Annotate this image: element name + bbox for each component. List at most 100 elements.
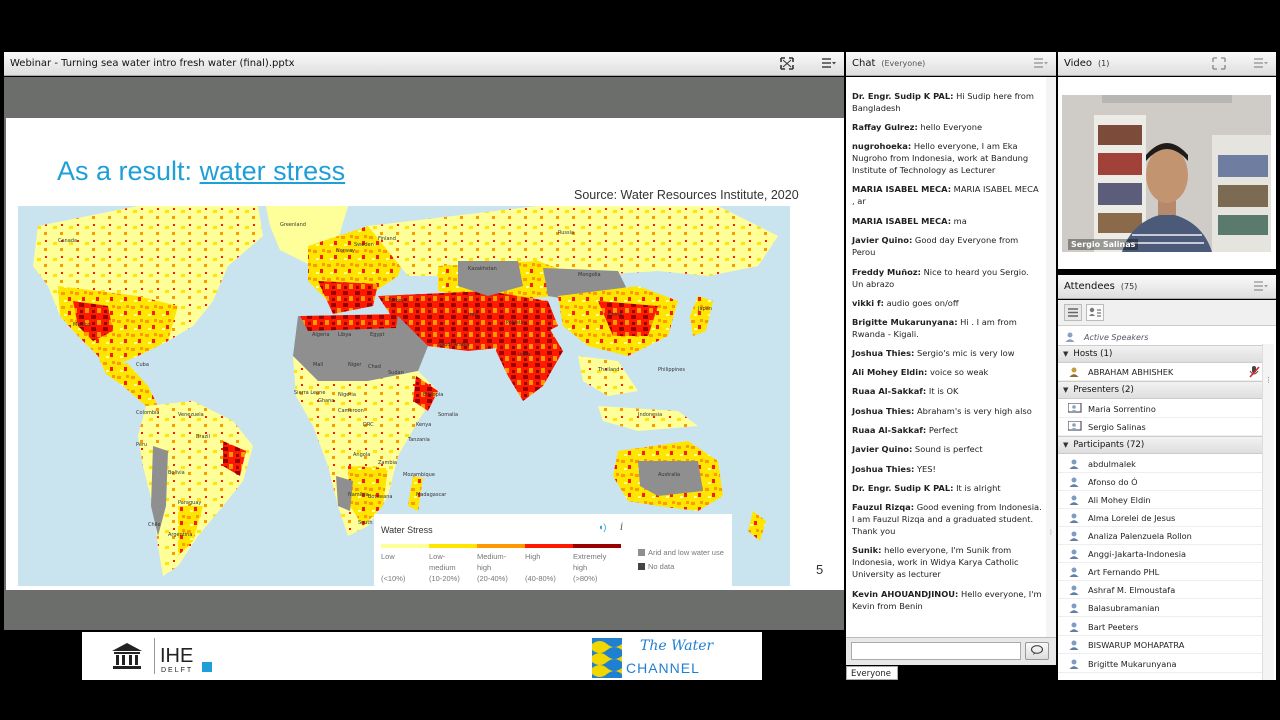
map-country-label: Egypt — [370, 332, 384, 338]
host-row[interactable]: ABRAHAM ABHISHEK — [1058, 363, 1262, 381]
presenter-row[interactable]: Sergio Salinas — [1058, 418, 1262, 436]
presenter-row[interactable]: Maria Sorrentino — [1058, 400, 1262, 418]
map-country-label: Kazakhstan — [468, 266, 497, 272]
attendee-list[interactable]: Active Speakers ▼ Hosts (1) ABRAHAM ABHIS… — [1058, 326, 1276, 680]
attendees-menu-icon[interactable] — [1254, 280, 1268, 292]
participant-row[interactable]: Analiza Palenzuela Rollon — [1058, 527, 1262, 545]
chat-scrollbar[interactable]: ⋮ — [1046, 77, 1056, 637]
legend-label-extremely-high: Extremely high (>80%) — [573, 552, 607, 583]
participant-icon — [1068, 476, 1080, 488]
info-icon[interactable]: i — [620, 522, 623, 533]
map-country-label: Libya — [338, 332, 351, 338]
participant-icon — [1068, 530, 1080, 542]
collapse-triangle-icon: ▼ — [1063, 441, 1069, 449]
collapse-triangle-icon: ▼ — [1063, 386, 1069, 394]
participant-row[interactable]: Afonso do Ó — [1058, 473, 1262, 491]
video-menu-icon[interactable] — [1254, 57, 1268, 69]
map-country-label: Peru — [136, 442, 147, 448]
legend-label-high: High (40-80%) — [525, 552, 556, 583]
ihe-square — [202, 662, 212, 672]
participant-row[interactable]: Bart Peeters — [1058, 618, 1262, 636]
attendees-pod-header: Attendees (75) — [1058, 275, 1276, 299]
attendee-name: Bart Peeters — [1088, 621, 1139, 632]
channel-top-text: The Water — [640, 638, 714, 654]
participant-row[interactable]: abdulmalek — [1058, 455, 1262, 473]
chat-message: Kevin AHOUANDJINOU: Hello everyone, I'm … — [852, 589, 1042, 611]
legend-title: Water Stress — [381, 525, 433, 535]
presenter-icon — [1067, 401, 1082, 415]
chat-message: Javier Quino: Sound is perfect — [852, 444, 983, 454]
chat-message: Dr. Engr. Sudip K PAL: It is alright — [852, 483, 1001, 493]
participants-group-header[interactable]: ▼ Participants (72) — [1058, 436, 1262, 454]
map-country-label: Botswana — [368, 494, 392, 500]
participant-row[interactable]: Anggi-Jakarta-Indonesia — [1058, 545, 1262, 563]
active-speakers-row: Active Speakers — [1058, 328, 1262, 346]
hosts-group-header[interactable]: ▼ Hosts (1) — [1058, 345, 1262, 363]
participant-row[interactable]: Ashraf M. Elmoustafa — [1058, 581, 1262, 599]
participant-row[interactable]: Ali Mohey Eldin — [1058, 491, 1262, 509]
participant-row[interactable]: BISWARUP MOHAPATRA — [1058, 636, 1262, 654]
chat-menu-icon[interactable] — [1034, 57, 1048, 69]
chat-message: Joshua Thies: Abraham's is very high als… — [852, 406, 1032, 416]
chat-title: Chat — [852, 58, 876, 69]
attendee-name: Ali Mohey Eldin — [1088, 494, 1151, 505]
map-country-label: Kenya — [416, 422, 431, 428]
map-country-label: Thailand — [597, 367, 619, 373]
attendees-toolbar — [1058, 300, 1276, 326]
map-country-label: Cuba — [136, 362, 149, 368]
chat-pod-header: Chat (Everyone) — [846, 52, 1056, 76]
share-menu-icon[interactable] — [822, 57, 836, 69]
status-view-icon[interactable] — [1086, 304, 1104, 321]
collapse-triangle-icon: ▼ — [1063, 350, 1069, 358]
slide-title-text: As a result: — [57, 156, 200, 186]
participant-row[interactable]: Alma Lorelei de Jesus — [1058, 509, 1262, 527]
channel-bottom-text: CHANNEL — [626, 660, 700, 676]
audio-icon[interactable]: ◖) — [598, 522, 606, 532]
map-country-label: Pakistan — [506, 320, 527, 326]
chat-message: Raffay Gulrez: hello Everyone — [852, 122, 983, 132]
map-country-label: Bolivia — [168, 470, 185, 476]
map-country-label: Sudan — [388, 370, 404, 376]
video-fullscreen-icon[interactable] — [1212, 57, 1226, 73]
legend-bar-high — [525, 544, 573, 548]
webcam-feed[interactable]: Sergio Salinas — [1062, 95, 1271, 252]
chat-send-button[interactable] — [1025, 642, 1049, 660]
video-pod-header: Video (1) — [1058, 52, 1276, 76]
attendee-name: BISWARUP MOHAPATRA — [1088, 639, 1185, 650]
map-country-label: DRC — [363, 422, 374, 428]
chat-input[interactable] — [851, 642, 1021, 660]
map-country-label: Tanzania — [407, 437, 430, 443]
chat-message-list[interactable]: Dr. Engr. Sudip K PAL: Hi Sudip here fro… — [846, 77, 1056, 637]
map-country-label: Mozambique — [403, 472, 435, 478]
attendees-scrollbar[interactable]: ⋮ — [1262, 344, 1274, 680]
attendee-name: Analiza Palenzuela Rollon — [1088, 530, 1192, 541]
participant-row[interactable]: Brigitte Mukarunyana — [1058, 655, 1262, 673]
attendee-name: Art Fernando PHL — [1088, 566, 1160, 577]
unesco-logo — [108, 640, 146, 672]
list-view-icon[interactable] — [1064, 304, 1082, 321]
map-country-label: Indonesia — [638, 412, 662, 418]
presenters-group-header[interactable]: ▼ Presenters (2) — [1058, 381, 1262, 399]
video-title: Video — [1064, 58, 1093, 69]
map-country-label: Somalia — [438, 412, 458, 418]
participant-row[interactable]: Balasubramanian — [1058, 599, 1262, 617]
legend-label-low-medium: Low-medium (10-20%) — [429, 552, 460, 583]
legend-label-low: Low (<10%) — [381, 552, 406, 583]
map-country-label: Niger — [348, 362, 362, 368]
participant-icon — [1068, 512, 1080, 524]
fullscreen-icon[interactable] — [780, 57, 794, 73]
chat-tab-everyone[interactable]: Everyone — [846, 666, 898, 680]
attendee-name: Alma Lorelei de Jesus — [1088, 512, 1176, 523]
legend-nodata: No data — [638, 562, 674, 571]
slide-title: As a result: water stress — [57, 156, 345, 187]
presenters-label: Presenters (2) — [1073, 385, 1134, 395]
map-country-label: Saudi Arabia — [438, 342, 470, 348]
map-country-label: Brazil — [196, 434, 210, 440]
participant-row[interactable]: Art Fernando PHL — [1058, 563, 1262, 581]
chat-message: Javier Quino: Good day Everyone from Per… — [852, 235, 1019, 257]
slide-title-link[interactable]: water stress — [200, 156, 346, 186]
chat-message: MARIA ISABEL MECA: ma — [852, 216, 967, 226]
map-country-label: Japan — [697, 306, 712, 312]
presentation-slide: As a result: water stress Source: Water … — [6, 118, 844, 590]
water-channel-logo: The Water CHANNEL — [592, 638, 736, 678]
